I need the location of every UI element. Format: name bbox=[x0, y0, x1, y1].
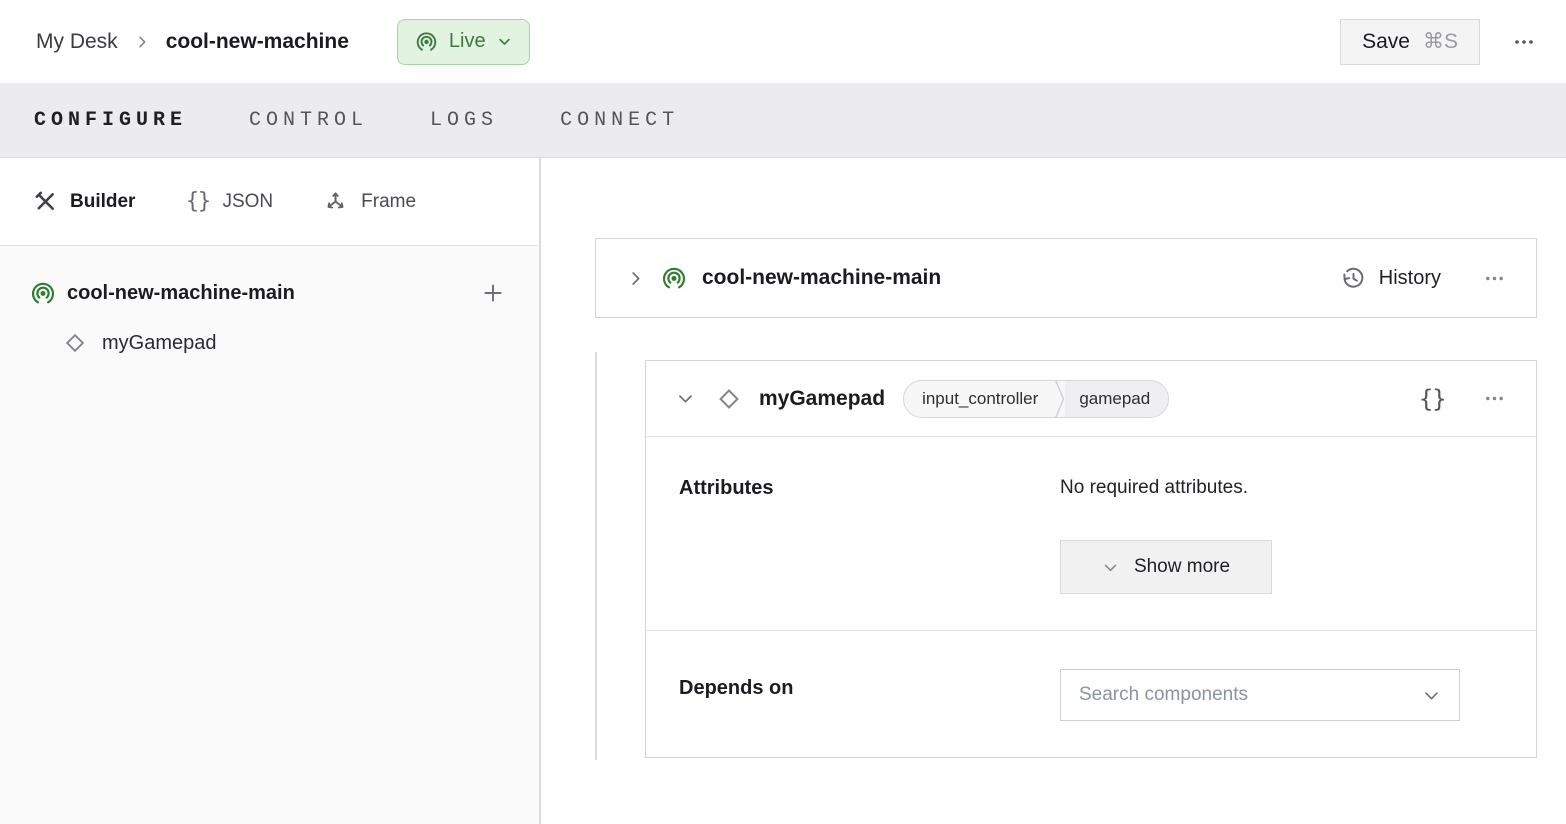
view-tab-json-label: JSON bbox=[222, 191, 273, 213]
attributes-label: Attributes bbox=[679, 477, 1060, 595]
more-options-button[interactable] bbox=[1483, 387, 1506, 410]
breadcrumb-root[interactable]: My Desk bbox=[36, 30, 118, 54]
view-tab-frame-label: Frame bbox=[361, 191, 416, 213]
save-shortcut: ⌘S bbox=[1423, 29, 1458, 54]
component-model: gamepad bbox=[1065, 381, 1168, 417]
component-type-badge: input_controller gamepad bbox=[903, 380, 1169, 418]
top-bar: My Desk cool-new-machine Live Save ⌘S bbox=[0, 0, 1566, 83]
component-card-title: myGamepad bbox=[759, 387, 885, 411]
view-tab-frame[interactable]: Frame bbox=[323, 189, 416, 214]
tree-machine-name: cool-new-machine-main bbox=[67, 282, 295, 305]
depends-on-select[interactable] bbox=[1060, 669, 1460, 721]
braces-icon: {} bbox=[185, 189, 209, 214]
config-main-panel: cool-new-machine-main History bbox=[541, 158, 1566, 824]
component-card-header: myGamepad input_controller gamepad {} bbox=[646, 361, 1536, 437]
tree-component-name: myGamepad bbox=[102, 332, 217, 355]
view-tab-builder[interactable]: Builder bbox=[34, 190, 135, 213]
expand-chevron-icon[interactable] bbox=[626, 269, 645, 288]
breadcrumb: My Desk cool-new-machine bbox=[36, 30, 349, 54]
tree-item-component[interactable]: myGamepad bbox=[62, 330, 506, 356]
view-tab-json[interactable]: {} JSON bbox=[185, 189, 273, 214]
history-clock-icon bbox=[1341, 266, 1366, 291]
diamond-icon bbox=[62, 330, 88, 356]
tab-control[interactable]: CONTROL bbox=[249, 109, 368, 132]
view-tab-builder-label: Builder bbox=[70, 191, 135, 213]
more-options-button[interactable] bbox=[1483, 267, 1506, 290]
machine-card-title: cool-new-machine-main bbox=[702, 266, 941, 290]
tab-configure[interactable]: CONFIGURE bbox=[34, 109, 187, 132]
search-components-input[interactable] bbox=[1079, 684, 1422, 706]
chevron-down-icon bbox=[1102, 559, 1119, 576]
edit-json-icon[interactable]: {} bbox=[1418, 385, 1445, 413]
component-tree: cool-new-machine-main myGamepad bbox=[0, 246, 539, 356]
more-options-button[interactable] bbox=[1512, 30, 1536, 54]
component-card: myGamepad input_controller gamepad {} At… bbox=[645, 360, 1537, 758]
tools-icon bbox=[34, 190, 57, 213]
chevron-right-icon bbox=[134, 34, 150, 50]
diamond-icon bbox=[715, 385, 743, 413]
history-button[interactable]: History bbox=[1341, 266, 1441, 291]
add-component-button[interactable] bbox=[480, 280, 506, 306]
attributes-section: Attributes No required attributes. Show … bbox=[646, 437, 1536, 631]
live-status-badge[interactable]: Live bbox=[397, 19, 530, 65]
chevron-down-icon bbox=[497, 34, 512, 49]
tree-connector-line bbox=[595, 352, 597, 760]
tree-item-machine-part[interactable]: cool-new-machine-main bbox=[30, 280, 506, 306]
axes-icon bbox=[323, 189, 348, 214]
nav-tab-bar: CONFIGURE CONTROL LOGS CONNECT bbox=[0, 83, 1566, 158]
chevron-down-icon bbox=[1422, 686, 1441, 705]
depends-on-label: Depends on bbox=[679, 677, 1060, 721]
breadcrumb-current: cool-new-machine bbox=[166, 30, 349, 54]
machine-online-icon bbox=[415, 30, 438, 53]
save-button[interactable]: Save ⌘S bbox=[1340, 19, 1480, 65]
view-mode-tabs: Builder {} JSON Frame bbox=[0, 158, 539, 246]
tab-connect[interactable]: CONNECT bbox=[560, 109, 679, 132]
machine-part-icon bbox=[30, 280, 56, 306]
depends-on-section: Depends on bbox=[646, 631, 1536, 757]
badge-separator-icon bbox=[1054, 380, 1065, 418]
machine-part-icon bbox=[661, 265, 687, 291]
config-sidebar: Builder {} JSON Frame bbox=[0, 158, 541, 824]
attributes-empty-text: No required attributes. bbox=[1060, 477, 1248, 499]
save-button-label: Save bbox=[1362, 30, 1410, 54]
component-type: input_controller bbox=[904, 389, 1054, 409]
live-badge-label: Live bbox=[449, 30, 486, 53]
history-button-label: History bbox=[1379, 267, 1441, 290]
show-more-button[interactable]: Show more bbox=[1060, 540, 1272, 594]
show-more-label: Show more bbox=[1134, 556, 1230, 578]
tab-logs[interactable]: LOGS bbox=[430, 109, 498, 132]
machine-part-card: cool-new-machine-main History bbox=[595, 238, 1537, 318]
collapse-chevron-icon[interactable] bbox=[676, 389, 695, 408]
